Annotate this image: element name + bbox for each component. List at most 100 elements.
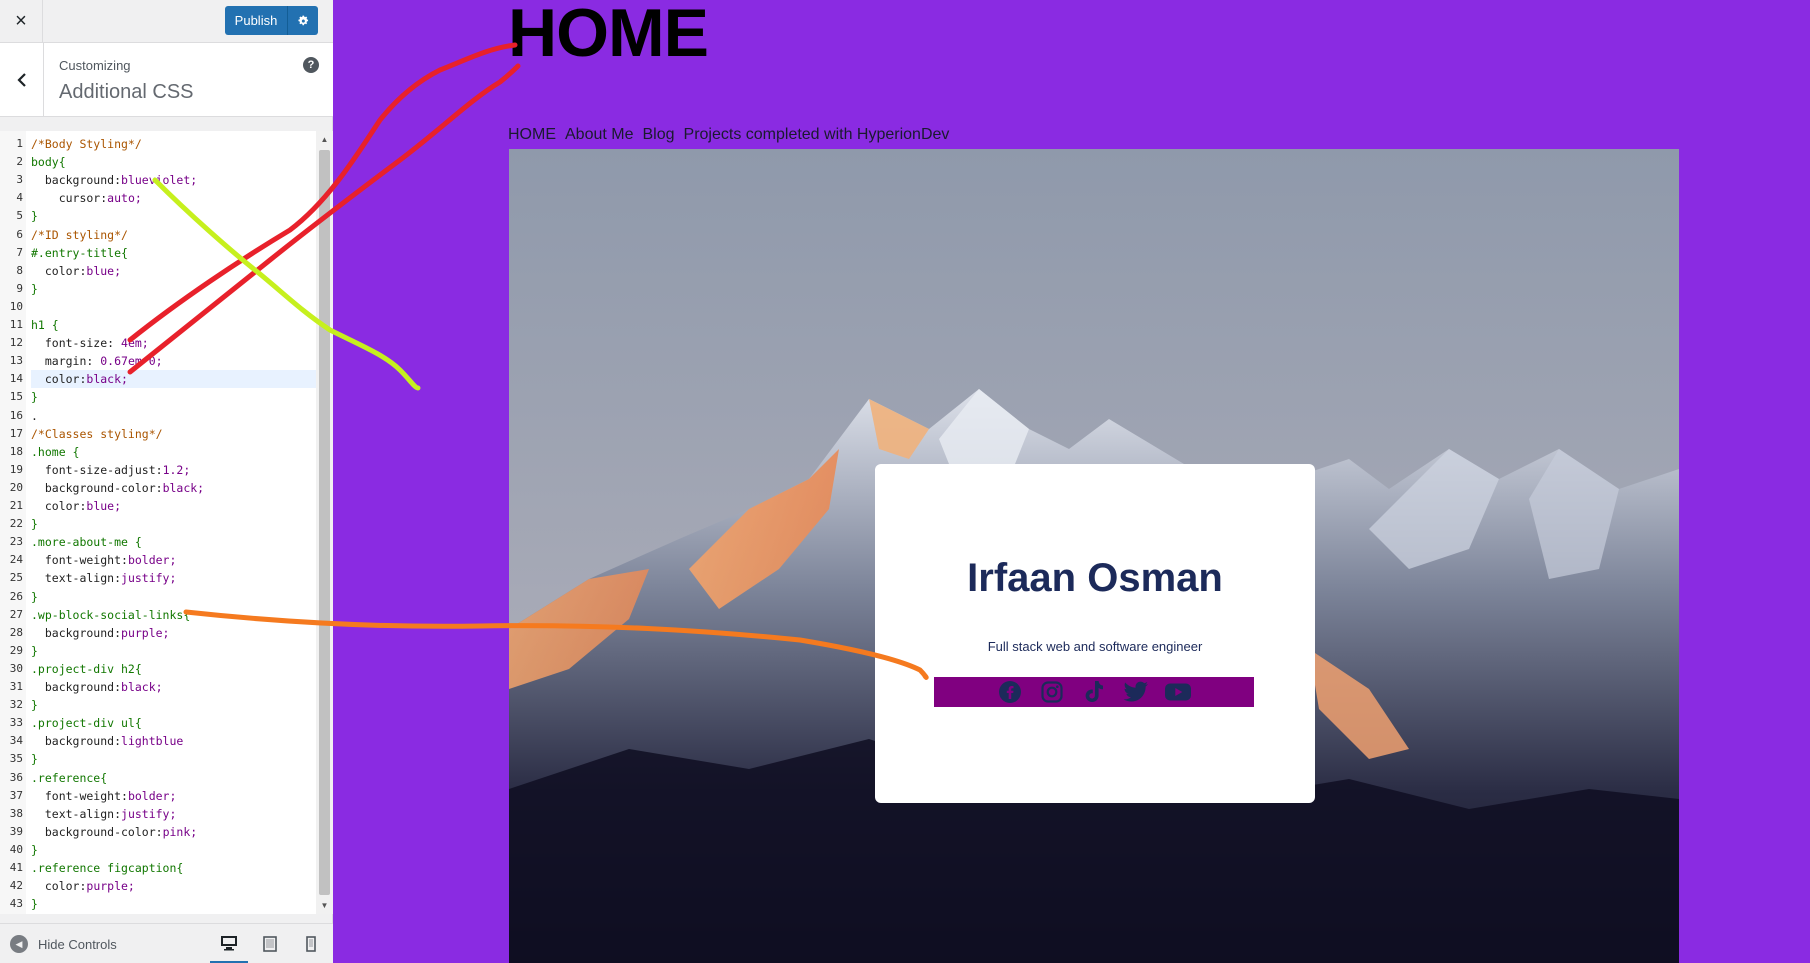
line-number: 12 [9,336,23,350]
tablet-preview-button[interactable] [251,924,289,963]
desktop-preview-button[interactable] [210,924,248,963]
code-line[interactable]: .project-div h2{ [31,660,317,678]
instagram-icon[interactable] [1038,678,1066,706]
line-number: 6 [16,227,23,241]
line-number: 3 [16,173,23,187]
nav-item-projects[interactable]: Projects completed with HyperionDev [684,126,950,144]
line-number: 36 [9,770,23,784]
code-line[interactable]: } [31,515,317,533]
youtube-icon[interactable] [1164,678,1192,706]
customizer-header: × Publish [0,0,333,43]
social-links-bar [934,677,1254,707]
code-line[interactable]: .reference figcaption{ [31,859,317,877]
scroll-thumb[interactable] [319,150,330,895]
code-line[interactable]: background-color:black; [31,479,317,497]
code-line[interactable]: color:purple; [31,877,317,895]
code-line[interactable]: #.entry-title{ [31,244,317,262]
line-number: 10 [9,299,23,313]
line-number: 9 [16,281,23,295]
hide-controls-button[interactable]: ◀ Hide Controls [10,924,117,963]
code-line[interactable]: } [31,895,317,913]
section-title: Additional CSS [59,81,194,103]
line-number: 7 [16,245,23,259]
site-title[interactable]: HOME [508,0,709,72]
publish-settings-button[interactable] [288,6,318,35]
line-number: 34 [9,734,23,748]
mobile-icon [306,936,316,952]
code-line[interactable]: /*ID styling*/ [31,226,317,244]
line-number: 27 [9,607,23,621]
code-line[interactable]: font-size-adjust:1.2; [31,461,317,479]
mobile-preview-button[interactable] [292,924,330,963]
code-line[interactable]: font-size: 4em; [31,334,317,352]
code-line[interactable]: } [31,588,317,606]
code-line[interactable]: margin: 0.67em 0; [31,352,317,370]
code-line[interactable]: .home { [31,443,317,461]
publish-button[interactable]: Publish [225,6,288,35]
line-number: 24 [9,553,23,567]
code-line[interactable]: body{ [31,153,317,171]
nav-item-blog[interactable]: Blog [642,126,674,144]
code-line[interactable]: } [31,750,317,768]
back-button[interactable] [0,43,44,117]
facebook-icon[interactable] [996,678,1024,706]
code-line[interactable]: . [31,407,317,425]
editor-scrollbar[interactable]: ▲ ▼ [316,131,333,914]
code-line[interactable]: text-align:justify; [31,569,317,587]
twitter-icon[interactable] [1122,678,1150,706]
code-line[interactable]: font-weight:bolder; [31,551,317,569]
gear-icon [298,15,309,25]
desktop-icon [221,935,237,950]
line-number: 15 [9,390,23,404]
profile-name: Irfaan Osman [967,556,1223,600]
line-number: 30 [9,661,23,675]
code-line[interactable]: font-weight:bolder; [31,787,317,805]
code-line[interactable] [31,298,317,316]
code-line[interactable]: background:purple; [31,624,317,642]
nav-item-home[interactable]: HOME [508,126,556,144]
line-number: 32 [9,698,23,712]
code-line[interactable]: color:black; [31,370,317,389]
scroll-down-icon[interactable]: ▼ [316,901,333,910]
help-icon[interactable]: ? [303,57,319,73]
line-number: 40 [9,842,23,856]
line-number: 41 [9,861,23,874]
code-line[interactable]: color:blue; [31,497,317,515]
line-number: 26 [9,589,23,603]
line-number: 19 [9,462,23,476]
code-line[interactable]: } [31,280,317,298]
code-line[interactable]: text-align:justify; [31,805,317,823]
code-line[interactable]: } [31,841,317,859]
code-line[interactable]: /*Body Styling*/ [31,135,317,153]
scroll-up-icon[interactable]: ▲ [316,135,333,144]
code-line[interactable]: } [31,642,317,660]
close-icon[interactable]: × [0,0,43,43]
code-line[interactable]: background-color:pink; [31,823,317,841]
code-line[interactable]: h1 { [31,316,317,334]
code-line[interactable]: } [31,696,317,714]
line-number: 18 [9,444,23,458]
code-line[interactable]: } [31,388,317,406]
collapse-icon: ◀ [10,935,28,953]
code-line[interactable]: background:blueviolet; [31,171,317,189]
code-line[interactable]: background:lightblue [31,732,317,750]
tiktok-icon[interactable] [1080,678,1108,706]
customizer-footer: ◀ Hide Controls [0,923,333,963]
code-line[interactable]: } [31,207,317,225]
line-number: 25 [9,571,23,585]
code-line[interactable]: .wp-block-social-links{ [31,606,317,624]
line-number: 13 [9,354,23,368]
code-line[interactable]: .project-div ul{ [31,714,317,732]
code-line[interactable]: cursor:auto; [31,189,317,207]
code-line[interactable]: .more-about-me { [31,533,317,551]
site-navigation: HOME About Me Blog Projects completed wi… [508,126,949,144]
code-line[interactable]: color:blue; [31,262,317,280]
nav-item-about-me[interactable]: About Me [565,126,633,144]
line-number: 28 [9,625,23,639]
code-line[interactable]: .reference{ [31,769,317,787]
line-number-gutter: 1 2 3 4 5 6 7 8 9 10 11 12 13 14 15 16 17 18 19 20 21 22 23 24 2… [0,131,26,914]
css-code-editor[interactable]: 1 2 3 4 5 6 7 8 9 10 11 12 13 14 15 16 17 18 19 20 21 22 23 24 2… [0,131,333,914]
code-line[interactable]: /*Classes styling*/ [31,425,317,443]
hide-controls-label: Hide Controls [38,936,117,952]
code-line[interactable]: background:black; [31,678,317,696]
